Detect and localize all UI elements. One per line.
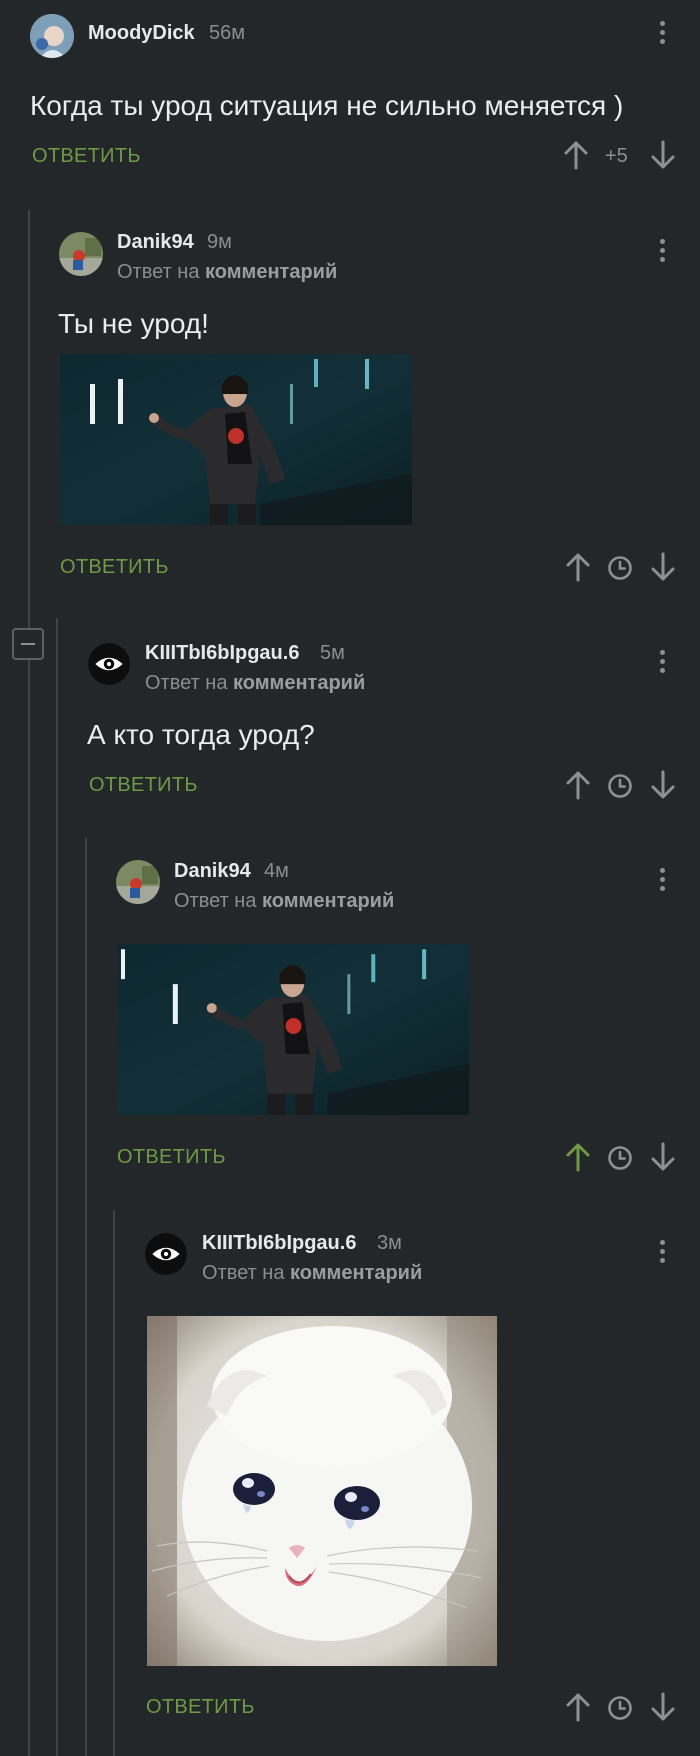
reply-to-prefix: Ответ на bbox=[117, 261, 200, 283]
comment-time: 4м bbox=[264, 860, 289, 882]
photo-avatar-icon bbox=[116, 860, 160, 904]
comment-text: Ты не урод! bbox=[58, 308, 209, 339]
clock-icon[interactable] bbox=[607, 773, 633, 799]
more-menu-icon[interactable] bbox=[654, 1237, 670, 1267]
comment-time: 3м bbox=[377, 1232, 402, 1254]
reply-button[interactable]: ОТВЕТИТЬ bbox=[60, 556, 169, 579]
avatar[interactable] bbox=[116, 860, 160, 904]
keanu-pointing-illustration bbox=[60, 354, 412, 525]
reply-to-label: Ответ на комментарий bbox=[202, 1262, 422, 1285]
eye-avatar-icon[interactable] bbox=[88, 643, 130, 685]
reply-to-link[interactable]: комментарий bbox=[205, 261, 337, 283]
reply-button[interactable]: ОТВЕТИТЬ bbox=[32, 145, 141, 168]
thread-line-level-4 bbox=[113, 1210, 115, 1756]
downvote-arrow-icon[interactable] bbox=[650, 552, 676, 582]
upvote-arrow-icon-active[interactable] bbox=[565, 1142, 591, 1172]
reply-to-prefix: Ответ на bbox=[202, 1262, 285, 1284]
crying-cat-illustration bbox=[147, 1316, 497, 1666]
reply-to-label: Ответ на комментарий bbox=[117, 261, 337, 284]
more-menu-icon[interactable] bbox=[654, 18, 670, 48]
reply-to-prefix: Ответ на bbox=[174, 890, 257, 912]
thread-line-level-1 bbox=[28, 210, 30, 1756]
more-menu-icon[interactable] bbox=[654, 236, 670, 266]
reply-button[interactable]: ОТВЕТИТЬ bbox=[146, 1696, 255, 1719]
reply-button[interactable]: ОТВЕТИТЬ bbox=[117, 1146, 226, 1169]
keanu-pointing-illustration bbox=[118, 944, 469, 1115]
more-menu-icon[interactable] bbox=[654, 865, 670, 895]
comment-author[interactable]: KIIITbI6bIpgau.6 bbox=[145, 642, 299, 665]
upvote-arrow-icon[interactable] bbox=[565, 1692, 591, 1722]
child-photo-avatar-icon bbox=[30, 14, 74, 58]
clock-icon[interactable] bbox=[607, 1145, 633, 1171]
comment-author[interactable]: KIIITbI6bIpgau.6 bbox=[202, 1232, 356, 1255]
reply-to-prefix: Ответ на bbox=[145, 672, 228, 694]
keanu-gif-image[interactable] bbox=[118, 944, 469, 1115]
comment-author[interactable]: MoodyDick bbox=[88, 22, 195, 45]
upvote-arrow-icon[interactable] bbox=[565, 552, 591, 582]
photo-avatar-icon bbox=[59, 232, 103, 276]
comment-time: 56м bbox=[209, 22, 245, 44]
reply-to-link[interactable]: комментарий bbox=[233, 672, 365, 694]
upvote-arrow-icon[interactable] bbox=[563, 140, 589, 170]
keanu-gif-image[interactable] bbox=[60, 354, 412, 525]
reply-to-link[interactable]: комментарий bbox=[262, 890, 394, 912]
avatar[interactable] bbox=[30, 14, 74, 58]
downvote-arrow-icon[interactable] bbox=[650, 1692, 676, 1722]
thread-line-level-3 bbox=[85, 838, 87, 1756]
reply-button[interactable]: ОТВЕТИТЬ bbox=[89, 774, 198, 797]
comment-author[interactable]: Danik94 bbox=[117, 231, 194, 254]
comment-text: Когда ты урод ситуация не сильно меняетс… bbox=[30, 90, 624, 121]
comment-time: 5м bbox=[320, 642, 345, 664]
downvote-arrow-icon[interactable] bbox=[650, 140, 676, 170]
crying-cat-image[interactable] bbox=[147, 1316, 497, 1666]
downvote-arrow-icon[interactable] bbox=[650, 770, 676, 800]
collapse-thread-button[interactable] bbox=[12, 628, 44, 660]
upvote-arrow-icon[interactable] bbox=[565, 770, 591, 800]
reply-to-label: Ответ на комментарий bbox=[145, 672, 365, 695]
thread-line-level-2 bbox=[56, 618, 58, 1756]
comment-text: А кто тогда урод? bbox=[87, 719, 315, 750]
more-menu-icon[interactable] bbox=[654, 647, 670, 677]
eye-avatar-icon[interactable] bbox=[145, 1233, 187, 1275]
downvote-arrow-icon[interactable] bbox=[650, 1142, 676, 1172]
comment-author[interactable]: Danik94 bbox=[174, 860, 251, 883]
avatar[interactable] bbox=[59, 232, 103, 276]
clock-icon[interactable] bbox=[607, 555, 633, 581]
comment-time: 9м bbox=[207, 231, 232, 253]
clock-icon[interactable] bbox=[607, 1695, 633, 1721]
reply-to-link[interactable]: комментарий bbox=[290, 1262, 422, 1284]
reply-to-label: Ответ на комментарий bbox=[174, 890, 394, 913]
rating-value: +5 bbox=[605, 145, 628, 167]
